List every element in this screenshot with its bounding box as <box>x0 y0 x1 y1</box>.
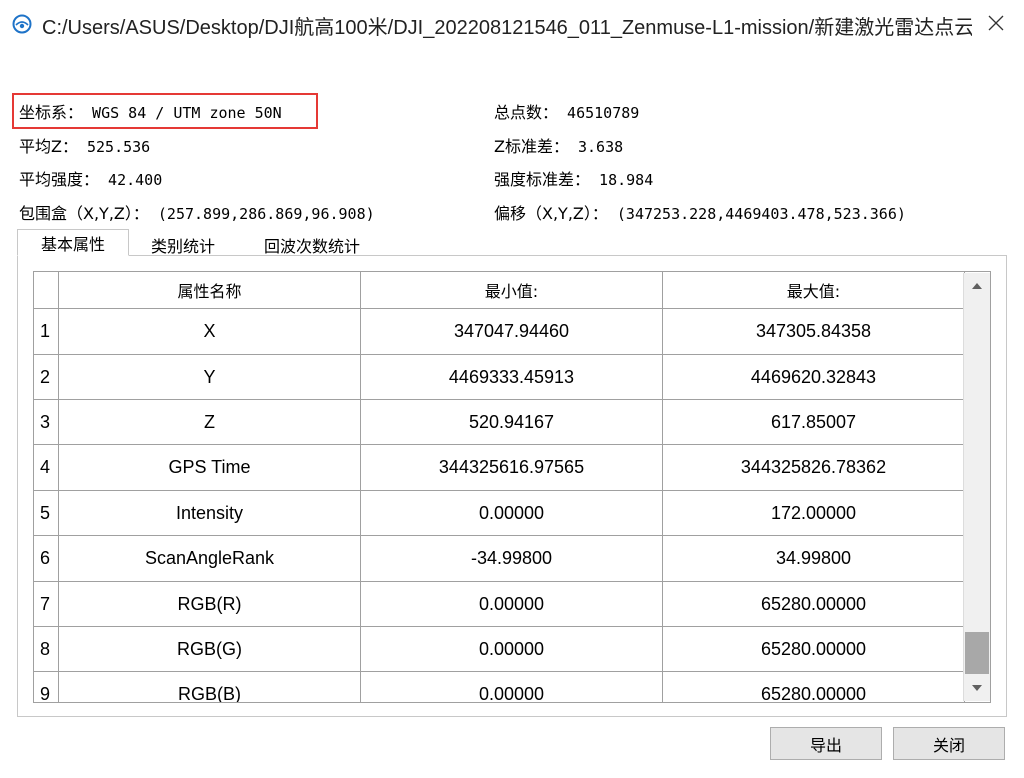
title-bar: C:/Users/ASUS/Desktop/DJI航高100米/DJI_2022… <box>0 0 1024 46</box>
attribute-name-cell: GPS Time <box>59 445 361 491</box>
intensity-std-info: 强度标准差： 18.984 <box>494 166 653 190</box>
point-cloud-info-dialog: C:/Users/ASUS/Desktop/DJI航高100米/DJI_2022… <box>0 0 1024 778</box>
max-value-cell: 172.00000 <box>663 491 965 536</box>
table-row[interactable]: 5 Intensity 0.00000 172.00000 <box>34 491 965 536</box>
min-value-cell: 0.00000 <box>361 491 663 536</box>
attribute-name-cell: RGB(B) <box>59 672 361 702</box>
min-value-cell: 4469333.45913 <box>361 355 663 400</box>
mean-intensity-label: 平均强度： <box>19 170 100 189</box>
total-points-value: 46510789 <box>567 104 640 122</box>
row-index: 3 <box>34 400 59 445</box>
bbox-value: (257.899,286.869,96.908) <box>157 205 375 223</box>
mean-z-value: 525.536 <box>87 138 151 156</box>
row-index: 5 <box>34 491 59 536</box>
table-row[interactable]: 1 X 347047.94460 347305.84358 <box>34 309 965 355</box>
triangle-up-icon <box>972 283 982 289</box>
min-value-cell: 0.00000 <box>361 672 663 702</box>
table-row[interactable]: 2 Y 4469333.45913 4469620.32843 <box>34 355 965 400</box>
offset-value: (347253.228,4469403.478,523.366) <box>616 205 906 223</box>
min-value-cell: -34.99800 <box>361 536 663 582</box>
properties-table: 属性名称 最小值: 最大值: 1 X 347047.94460 347305.8… <box>33 271 991 703</box>
total-points-label: 总点数： <box>494 103 559 122</box>
crs-info: 坐标系： WGS 84 / UTM zone 50N <box>19 99 282 123</box>
row-index: 7 <box>34 582 59 627</box>
tab-return-statistics[interactable]: 回波次数统计 <box>244 231 380 258</box>
intensity-std-value: 18.984 <box>599 171 654 189</box>
tab-basic-properties[interactable]: 基本属性 <box>17 229 129 256</box>
min-value-cell: 0.00000 <box>361 627 663 672</box>
row-index: 6 <box>34 536 59 582</box>
max-value-cell: 65280.00000 <box>663 672 965 702</box>
tab-class-statistics[interactable]: 类别统计 <box>132 231 234 258</box>
z-std-label: Z标准差： <box>494 137 569 156</box>
scroll-down-button[interactable] <box>964 676 990 700</box>
attribute-name-cell: Y <box>59 355 361 400</box>
crs-value: WGS 84 / UTM zone 50N <box>92 104 282 122</box>
max-value-cell: 347305.84358 <box>663 309 965 355</box>
scroll-thumb[interactable] <box>965 632 989 674</box>
max-value-cell: 4469620.32843 <box>663 355 965 400</box>
triangle-down-icon <box>972 685 982 691</box>
offset-label: 偏移（X,Y,Z）： <box>494 204 608 223</box>
close-icon <box>988 15 1004 31</box>
row-index: 2 <box>34 355 59 400</box>
attribute-name-cell: X <box>59 309 361 355</box>
attribute-name-cell: ScanAngleRank <box>59 536 361 582</box>
mean-z-label: 平均Z： <box>19 137 78 156</box>
header-max-value[interactable]: 最大值: <box>663 272 965 309</box>
z-std-value: 3.638 <box>578 138 624 156</box>
mean-intensity-info: 平均强度： 42.400 <box>19 166 162 190</box>
row-index: 1 <box>34 309 59 355</box>
table-row[interactable]: 6 ScanAngleRank -34.99800 34.99800 <box>34 536 965 582</box>
max-value-cell: 65280.00000 <box>663 582 965 627</box>
min-value-cell: 0.00000 <box>361 582 663 627</box>
attribute-name-cell: RGB(G) <box>59 627 361 672</box>
window-close-button[interactable] <box>970 6 1022 40</box>
min-value-cell: 520.94167 <box>361 400 663 445</box>
table-vertical-scrollbar[interactable] <box>963 273 990 701</box>
row-index: 8 <box>34 627 59 672</box>
attribute-name-cell: Intensity <box>59 491 361 536</box>
max-value-cell: 65280.00000 <box>663 627 965 672</box>
mean-z-info: 平均Z： 525.536 <box>19 133 150 157</box>
table-row[interactable]: 3 Z 520.94167 617.85007 <box>34 400 965 445</box>
export-button[interactable]: 导出 <box>770 727 882 760</box>
corner-cell <box>34 272 59 309</box>
bbox-info: 包围盒（X,Y,Z）： (257.899,286.869,96.908) <box>19 200 375 224</box>
mean-intensity-value: 42.400 <box>108 171 163 189</box>
table-row[interactable]: 4 GPS Time 344325616.97565 344325826.783… <box>34 445 965 491</box>
table-row[interactable]: 9 RGB(B) 0.00000 65280.00000 <box>34 672 965 702</box>
offset-info: 偏移（X,Y,Z）： (347253.228,4469403.478,523.3… <box>494 200 906 224</box>
close-button[interactable]: 关闭 <box>893 727 1005 760</box>
app-logo-icon <box>12 14 32 34</box>
total-points-info: 总点数： 46510789 <box>494 99 639 123</box>
table-header: 属性名称 最小值: 最大值: <box>34 272 965 309</box>
attribute-name-cell: Z <box>59 400 361 445</box>
window-title: C:/Users/ASUS/Desktop/DJI航高100米/DJI_2022… <box>42 17 972 39</box>
attribute-name-cell: RGB(R) <box>59 582 361 627</box>
max-value-cell: 617.85007 <box>663 400 965 445</box>
crs-label: 坐标系： <box>19 103 84 122</box>
max-value-cell: 34.99800 <box>663 536 965 582</box>
header-min-value[interactable]: 最小值: <box>361 272 663 309</box>
header-attribute-name[interactable]: 属性名称 <box>59 272 361 309</box>
min-value-cell: 347047.94460 <box>361 309 663 355</box>
row-index: 9 <box>34 672 59 702</box>
bbox-label: 包围盒（X,Y,Z）： <box>19 204 149 223</box>
max-value-cell: 344325826.78362 <box>663 445 965 491</box>
intensity-std-label: 强度标准差： <box>494 170 591 189</box>
table-row[interactable]: 7 RGB(R) 0.00000 65280.00000 <box>34 582 965 627</box>
z-std-info: Z标准差： 3.638 <box>494 133 623 157</box>
table-row[interactable]: 8 RGB(G) 0.00000 65280.00000 <box>34 627 965 672</box>
row-index: 4 <box>34 445 59 491</box>
scroll-up-button[interactable] <box>964 274 990 298</box>
min-value-cell: 344325616.97565 <box>361 445 663 491</box>
